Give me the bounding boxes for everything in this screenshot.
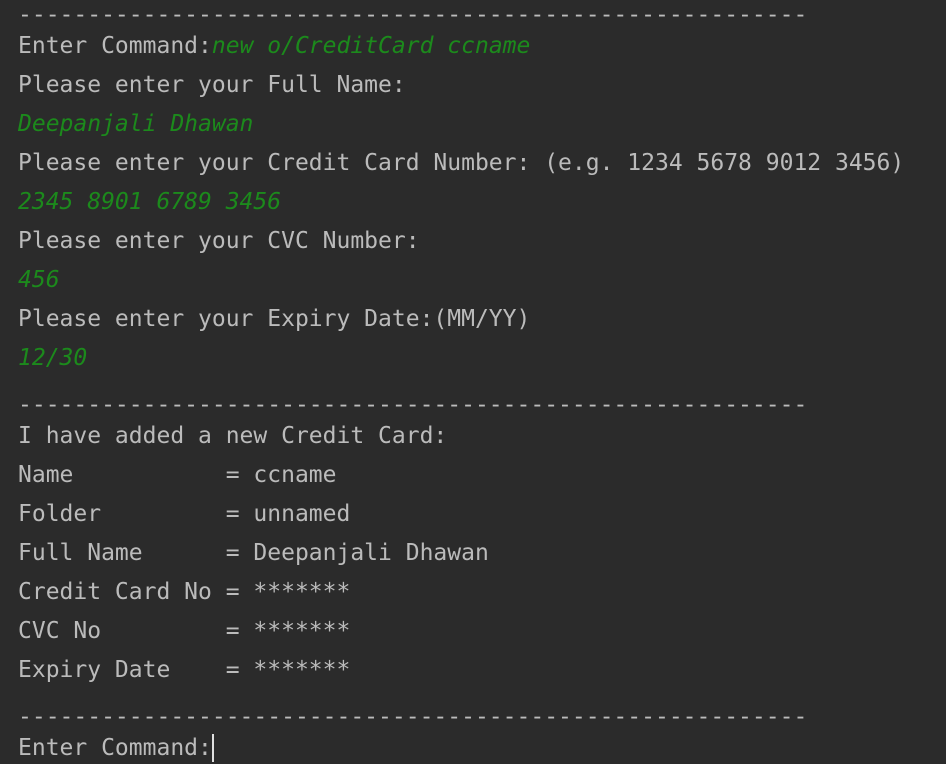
separator-line: ----------------------------------------… <box>18 704 808 730</box>
input-card-number: 2345 8901 6789 3456 <box>18 189 282 215</box>
detail-full-name: Full Name = Deepanjali Dhawan <box>18 540 489 566</box>
input-cvc: 456 <box>18 267 60 293</box>
final-command-line[interactable]: Enter Command: <box>18 734 214 762</box>
input-expiry: 12/30 <box>18 345 88 371</box>
added-message: I have added a new Credit Card: <box>18 423 448 449</box>
input-full-name: Deepanjali Dhawan <box>18 111 254 137</box>
command-line: Enter Command:new o/CreditCard ccname <box>18 32 530 60</box>
detail-name: Name = ccname <box>18 462 337 488</box>
detail-card-number: Credit Card No = ******* <box>18 579 351 605</box>
detail-cvc: CVC No = ******* <box>18 618 351 644</box>
command-prompt: Enter Command: <box>18 33 212 59</box>
separator-line: ----------------------------------------… <box>18 392 808 418</box>
command-prompt: Enter Command: <box>18 735 212 761</box>
detail-folder: Folder = unnamed <box>18 501 351 527</box>
separator-line: ----------------------------------------… <box>18 2 808 28</box>
detail-expiry: Expiry Date = ******* <box>18 657 351 683</box>
prompt-cvc: Please enter your CVC Number: <box>18 228 420 254</box>
prompt-full-name: Please enter your Full Name: <box>18 72 406 98</box>
prompt-expiry: Please enter your Expiry Date:(MM/YY) <box>18 306 531 332</box>
text-cursor <box>211 734 214 762</box>
terminal-output[interactable]: ----------------------------------------… <box>0 0 946 764</box>
prompt-card-number: Please enter your Credit Card Number: (e… <box>18 150 905 176</box>
command-input: new o/CreditCard ccname <box>211 33 531 59</box>
